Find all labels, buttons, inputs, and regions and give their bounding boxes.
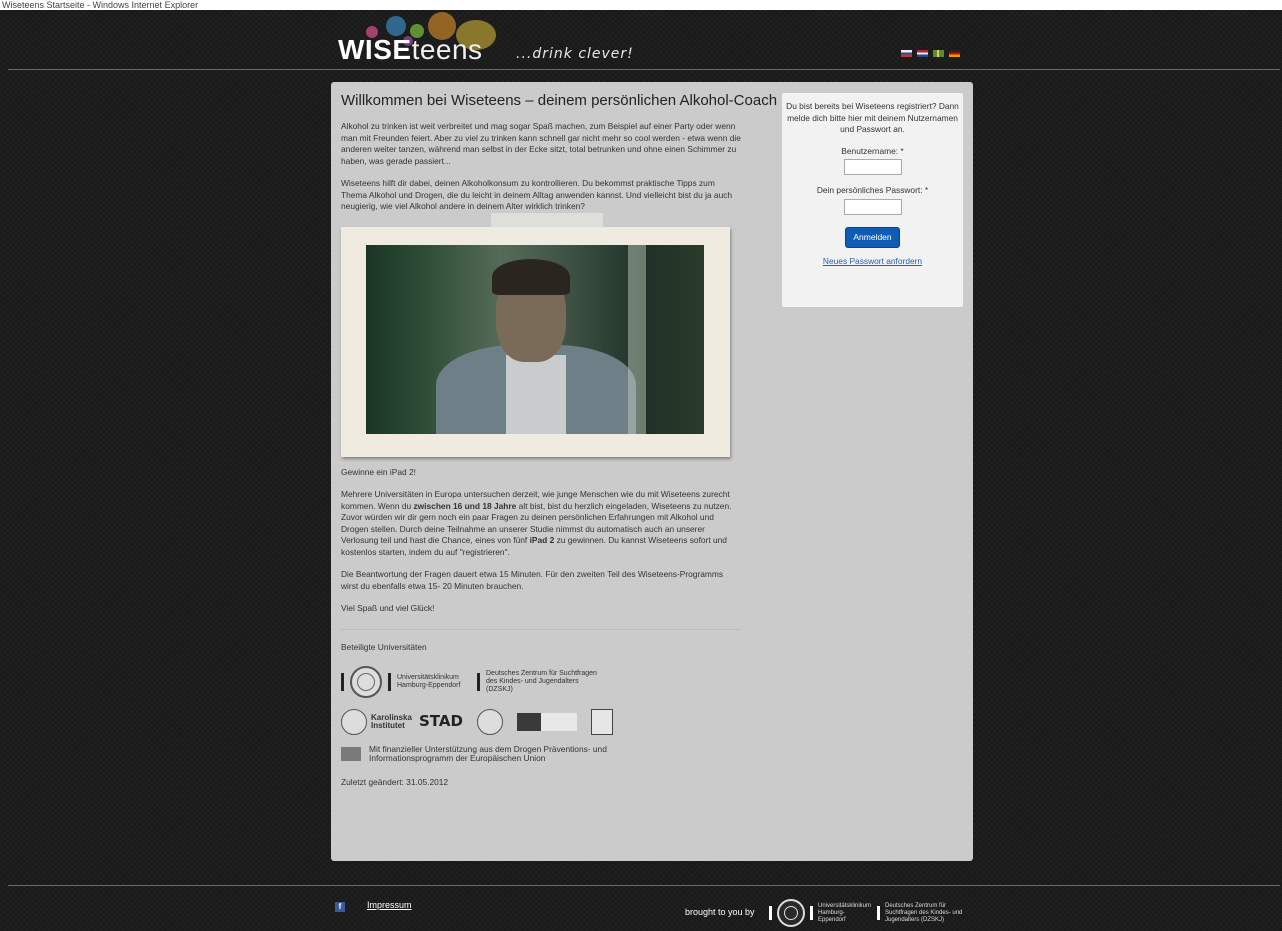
study-paragraph: Mehrere Universitäten in Europa untersuc… [341, 489, 741, 558]
win-heading: Gewinne ein iPad 2! [341, 466, 416, 477]
dzskj-logo-text: Deutsches Zentrum für Suchtfragen des Ki… [486, 670, 597, 693]
impressum-link[interactable]: Impressum [367, 900, 412, 910]
brought-by-text: brought to you by [685, 907, 755, 917]
language-flags [901, 50, 960, 57]
partner-logo-block-icon [516, 713, 577, 731]
site-header: WISEteens ...drink clever! [8, 10, 1280, 70]
eu-flag-icon [341, 747, 361, 761]
university-seal-icon [476, 709, 503, 735]
logo-bar [388, 673, 391, 691]
password-input[interactable] [843, 198, 902, 215]
eu-funding: Mit finanzieller Unterstützung aus dem D… [341, 745, 741, 763]
intro-paragraph-1: Alkohol zu trinken ist weit verbreitet u… [341, 121, 741, 166]
divider [341, 628, 741, 630]
university-shield-icon [590, 709, 613, 735]
site-logo[interactable]: WISEteens [338, 34, 483, 66]
main-content-panel: Willkommen bei Wiseteens – deinem persön… [331, 82, 973, 861]
flag-de-icon[interactable] [949, 50, 960, 57]
uke-seal-icon [777, 899, 805, 927]
login-button[interactable]: Anmelden [845, 226, 900, 248]
eu-funding-text: Mit finanzieller Unterstützung aus dem D… [369, 744, 607, 763]
logo-light-text: teens [411, 34, 483, 65]
partner-logos-row-2: Karolinska Institutet STAD [341, 707, 741, 737]
login-intro: Du bist bereits bei Wiseteens registrier… [786, 101, 959, 134]
window-title: Wiseteens Startseite - Windows Internet … [0, 0, 1282, 10]
duration-paragraph: Die Beantwortung der Fragen dauert etwa … [341, 569, 724, 591]
footer-uke-text: Universitätsklinikum Hamburg-Eppendorf [818, 902, 872, 923]
uke-seal-icon [350, 666, 382, 698]
flag-ru-icon[interactable] [901, 50, 912, 57]
logo-bar [341, 673, 344, 691]
logo-bar [810, 906, 813, 920]
password-label: Dein persönliches Passwort: * [816, 185, 929, 195]
footer-dzskj-text: Deutsches Zentrum für Suchtfragen des Ki… [885, 902, 963, 923]
karolinska-logo: Karolinska Institutet [341, 709, 412, 735]
footer-partner-logo[interactable]: Universitätsklinikum Hamburg-Eppendorf D… [769, 899, 977, 927]
tape-decoration [491, 212, 603, 231]
site-footer: f Impressum brought to you by Universitä… [8, 885, 1280, 931]
uke-logo-text: Universitätsklinikum Hamburg-Eppendorf [397, 674, 461, 689]
karolinska-text: Karolinska Institutet [371, 713, 412, 730]
intro-paragraph-2: Wiseteens hilft dir dabei, deinen Alkoho… [341, 178, 733, 211]
study-ipad-bold: iPad 2 [529, 535, 555, 545]
universities-heading: Beteiligte Universitäten [341, 641, 427, 652]
facebook-icon[interactable]: f [335, 902, 345, 912]
site-tagline: ...drink clever! [516, 46, 634, 62]
stad-logo: STAD [419, 712, 463, 731]
karolinska-seal-icon [341, 709, 367, 735]
logo-bar [877, 906, 880, 920]
logo-bar [769, 906, 772, 920]
page-title: Willkommen bei Wiseteens – deinem persön… [341, 92, 778, 109]
reset-password-link[interactable]: Neues Passwort anfordern [786, 256, 959, 268]
partner-logos-row-1: Universitätsklinikum Hamburg-Eppendorf D… [341, 665, 741, 699]
page-frame: WISEteens ...drink clever! Willkommen be… [8, 10, 1280, 931]
username-input[interactable] [843, 159, 902, 175]
flag-se-icon[interactable] [933, 50, 944, 57]
article: Willkommen bei Wiseteens – deinem persön… [341, 92, 778, 789]
study-age-bold: zwischen 16 und 18 Jahre [413, 500, 517, 511]
username-label: Benutzername: * [841, 145, 904, 156]
goodluck-text: Viel Spaß und viel Glück! [341, 603, 435, 613]
logo-bold-text: WISE [338, 34, 412, 65]
flag-nl-icon[interactable] [917, 50, 928, 57]
last-updated: Zuletzt geändert: 31.05.2012 [341, 777, 449, 787]
login-box: Du bist bereits bei Wiseteens registrier… [782, 93, 963, 307]
video-frame [341, 212, 730, 457]
logo-bar [477, 673, 480, 691]
video-player[interactable] [366, 244, 704, 434]
